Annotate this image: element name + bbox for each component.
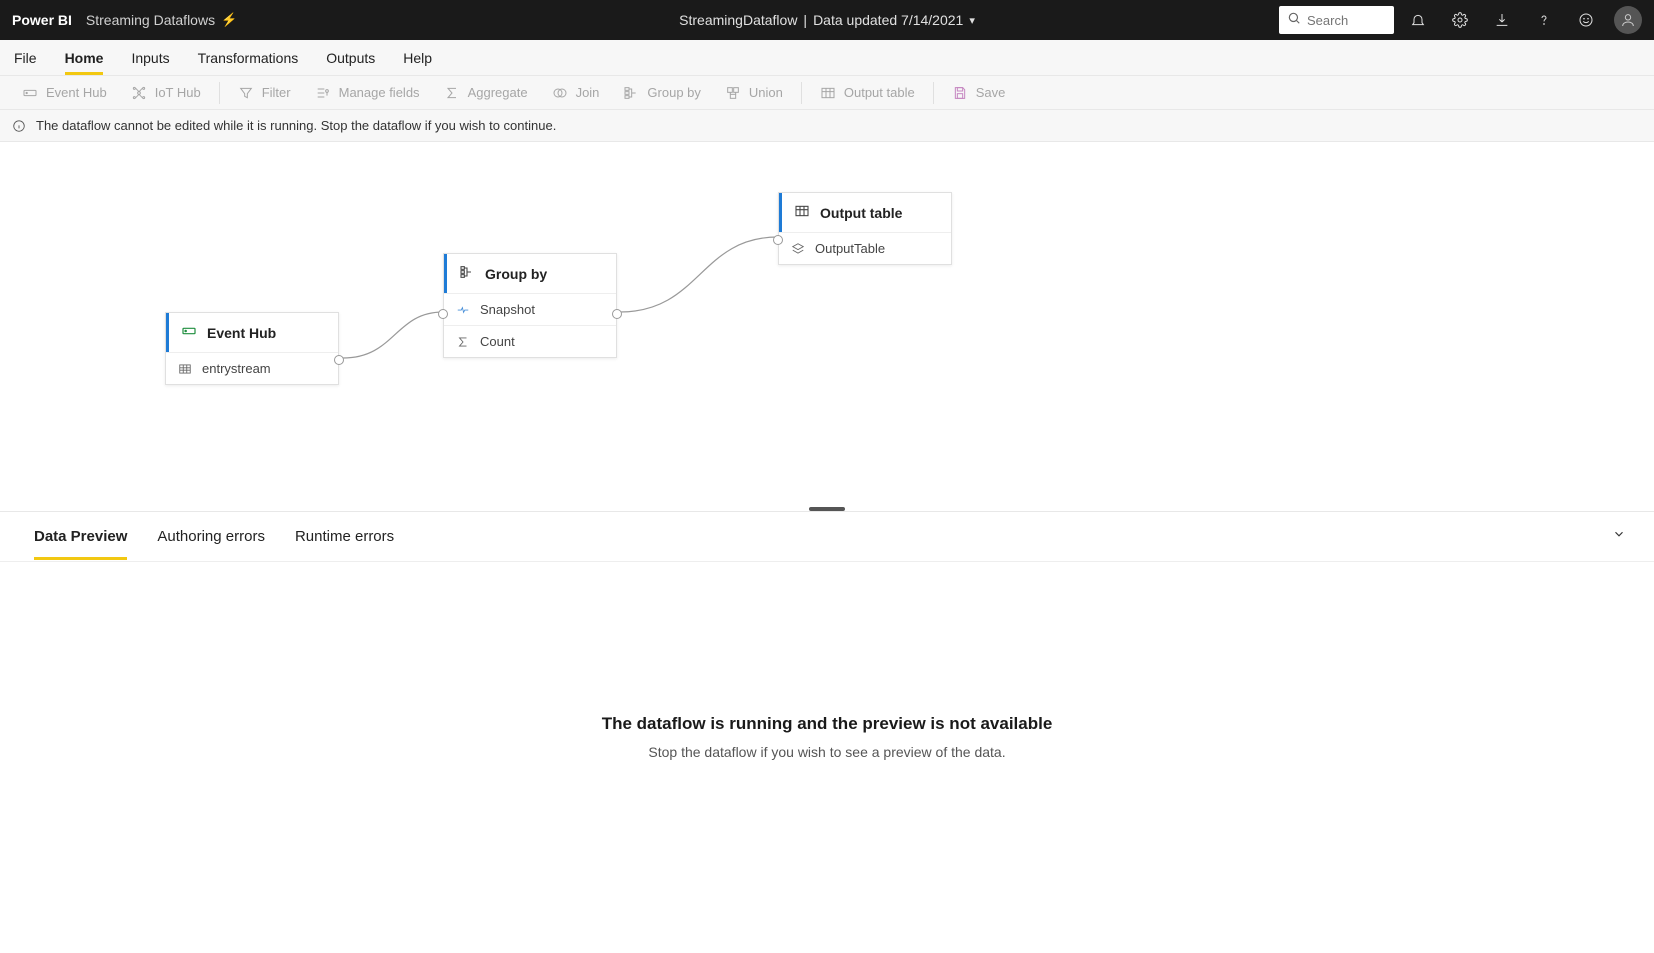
- menu-help[interactable]: Help: [403, 42, 432, 74]
- output-port[interactable]: [612, 309, 622, 319]
- ribbon-toolbar: Event Hub IoT Hub Filter Manage fields A…: [0, 76, 1654, 110]
- chevron-down-icon: ▾: [969, 14, 975, 27]
- ribbon-separator: [801, 82, 802, 104]
- node-event-hub[interactable]: Event Hub entrystream: [165, 312, 339, 385]
- download-icon[interactable]: [1484, 2, 1520, 38]
- ribbon-manage-fields[interactable]: Manage fields: [305, 81, 430, 105]
- header-center[interactable]: StreamingDataflow | Data updated 7/14/20…: [679, 12, 975, 28]
- sigma-icon: [444, 85, 460, 101]
- ribbon-separator: [219, 82, 220, 104]
- ribbon-group-by[interactable]: Group by: [613, 81, 710, 105]
- manage-fields-icon: [315, 85, 331, 101]
- settings-icon[interactable]: [1442, 2, 1478, 38]
- preview-empty-state: The dataflow is running and the preview …: [0, 562, 1654, 912]
- bottom-panel: Data Preview Authoring errors Runtime er…: [0, 512, 1654, 912]
- panel-resize-handle[interactable]: [809, 507, 845, 511]
- user-avatar[interactable]: [1614, 6, 1642, 34]
- preview-title: The dataflow is running and the preview …: [602, 714, 1053, 734]
- search-icon: [1287, 11, 1301, 30]
- ribbon-save[interactable]: Save: [942, 81, 1016, 105]
- tab-runtime-errors[interactable]: Runtime errors: [295, 514, 394, 559]
- menu-transformations[interactable]: Transformations: [198, 42, 299, 74]
- top-header: Power BI Streaming Dataflows ⚡ Streaming…: [0, 0, 1654, 40]
- save-icon: [952, 85, 968, 101]
- node-row[interactable]: Snapshot: [444, 293, 616, 325]
- group-by-icon: [623, 85, 639, 101]
- menu-inputs[interactable]: Inputs: [131, 42, 169, 74]
- bottom-tabs: Data Preview Authoring errors Runtime er…: [0, 512, 1654, 562]
- preview-subtitle: Stop the dataflow if you wish to see a p…: [648, 744, 1005, 760]
- bolt-icon: ⚡: [221, 12, 237, 28]
- ribbon-aggregate[interactable]: Aggregate: [434, 81, 538, 105]
- tab-authoring-errors[interactable]: Authoring errors: [157, 514, 265, 559]
- iot-hub-icon: [131, 85, 147, 101]
- input-port[interactable]: [773, 235, 783, 245]
- ribbon-union[interactable]: Union: [715, 81, 793, 105]
- node-row[interactable]: Count: [444, 325, 616, 357]
- event-hub-icon: [181, 323, 197, 342]
- join-icon: [552, 85, 568, 101]
- menu-home[interactable]: Home: [65, 42, 104, 74]
- menu-outputs[interactable]: Outputs: [326, 42, 375, 74]
- node-row[interactable]: OutputTable: [779, 232, 951, 264]
- group-by-icon: [459, 264, 475, 283]
- event-hub-icon: [22, 85, 38, 101]
- notifications-icon[interactable]: [1400, 2, 1436, 38]
- filter-icon: [238, 85, 254, 101]
- layers-icon: [791, 242, 805, 256]
- sigma-icon: [456, 335, 470, 349]
- brand-subtitle: Streaming Dataflows ⚡: [86, 12, 237, 28]
- output-table-icon: [794, 203, 810, 222]
- search-input[interactable]: [1279, 6, 1394, 34]
- ribbon-event-hub[interactable]: Event Hub: [12, 81, 117, 105]
- ribbon-filter[interactable]: Filter: [228, 81, 301, 105]
- chevron-down-icon[interactable]: [1612, 527, 1626, 546]
- output-table-icon: [820, 85, 836, 101]
- table-icon: [178, 362, 192, 376]
- ribbon-separator: [933, 82, 934, 104]
- info-icon: [12, 119, 26, 133]
- input-port[interactable]: [438, 309, 448, 319]
- union-icon: [725, 85, 741, 101]
- node-group-by[interactable]: Group by Snapshot Count: [443, 253, 617, 358]
- info-bar: The dataflow cannot be edited while it i…: [0, 110, 1654, 142]
- snapshot-icon: [456, 303, 470, 317]
- ribbon-iot-hub[interactable]: IoT Hub: [121, 81, 211, 105]
- brand-label: Power BI: [12, 12, 72, 28]
- node-row[interactable]: entrystream: [166, 352, 338, 384]
- help-icon[interactable]: [1526, 2, 1562, 38]
- diagram-canvas[interactable]: Event Hub entrystream Group by Snapshot …: [0, 142, 1654, 512]
- info-message: The dataflow cannot be edited while it i…: [36, 118, 556, 133]
- menu-file[interactable]: File: [14, 42, 37, 74]
- output-port[interactable]: [334, 355, 344, 365]
- node-output-table[interactable]: Output table OutputTable: [778, 192, 952, 265]
- menu-tabs: File Home Inputs Transformations Outputs…: [0, 40, 1654, 76]
- ribbon-join[interactable]: Join: [542, 81, 610, 105]
- ribbon-output-table[interactable]: Output table: [810, 81, 925, 105]
- feedback-icon[interactable]: [1568, 2, 1604, 38]
- tab-data-preview[interactable]: Data Preview: [34, 514, 127, 559]
